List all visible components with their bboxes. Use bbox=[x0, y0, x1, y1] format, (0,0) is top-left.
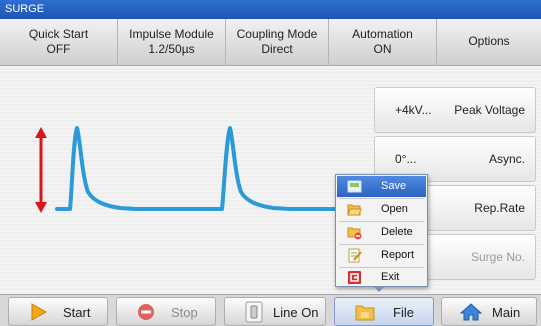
menu-item-delete-label: Delete bbox=[381, 226, 413, 238]
menu-item-exit[interactable]: Exit bbox=[337, 268, 426, 286]
report-icon bbox=[348, 248, 362, 263]
coupling-mode-value: Direct bbox=[261, 42, 293, 56]
menu-item-open[interactable]: Open bbox=[337, 199, 426, 220]
peak-voltage-button[interactable]: +4kV... Peak Voltage bbox=[374, 87, 536, 133]
folder-open-icon bbox=[347, 204, 362, 216]
impulse-module-value: 1.2/50µs bbox=[148, 42, 195, 56]
menu-pointer bbox=[373, 286, 385, 292]
quick-start-label: Quick Start bbox=[28, 27, 89, 41]
menu-item-exit-label: Exit bbox=[381, 271, 400, 283]
window-title: SURGE bbox=[0, 0, 541, 19]
menu-item-open-label: Open bbox=[381, 203, 408, 215]
options-button[interactable]: Options bbox=[437, 19, 541, 66]
home-icon bbox=[460, 303, 482, 321]
peak-voltage-value: +4kV... bbox=[395, 103, 432, 117]
surge-waveform-display bbox=[35, 126, 342, 213]
folder-icon bbox=[355, 305, 375, 321]
coupling-mode-label: Coupling Mode bbox=[236, 27, 318, 41]
quick-start-button[interactable]: Quick Start OFF bbox=[0, 19, 118, 66]
surge-no-label: Surge No. bbox=[470, 250, 525, 264]
file-button[interactable]: File bbox=[334, 297, 434, 326]
phase-mode-label: Async. bbox=[488, 152, 525, 166]
delete-icon bbox=[347, 227, 362, 240]
quick-start-value: OFF bbox=[46, 42, 71, 56]
save-icon bbox=[347, 180, 362, 193]
rep-rate-label: Rep.Rate bbox=[474, 201, 525, 215]
main-label: Main bbox=[492, 305, 521, 320]
settings-header: Quick Start OFF Impulse Module 1.2/50µs … bbox=[0, 19, 541, 66]
main-button[interactable]: Main bbox=[441, 297, 537, 326]
automation-button[interactable]: Automation ON bbox=[329, 19, 437, 66]
impulse-module-button[interactable]: Impulse Module 1.2/50µs bbox=[118, 19, 226, 66]
play-icon bbox=[31, 303, 47, 321]
impulse-module-label: Impulse Module bbox=[129, 27, 214, 41]
amplitude-arrow-icon bbox=[35, 127, 47, 213]
menu-item-report[interactable]: Report bbox=[337, 245, 426, 266]
automation-value: ON bbox=[373, 42, 392, 56]
power-switch-icon bbox=[245, 301, 263, 323]
options-label: Options bbox=[468, 34, 510, 48]
phase-value: 0°... bbox=[395, 152, 417, 166]
surge-waveform-trace bbox=[55, 126, 342, 211]
menu-item-save-label: Save bbox=[381, 180, 407, 192]
start-label: Start bbox=[63, 305, 91, 320]
exit-icon bbox=[348, 271, 361, 284]
line-on-label: Line On bbox=[273, 305, 319, 320]
automation-label: Automation bbox=[352, 27, 413, 41]
menu-item-report-label: Report bbox=[381, 249, 415, 261]
peak-voltage-label: Peak Voltage bbox=[454, 103, 525, 117]
menu-item-save[interactable]: Save bbox=[337, 176, 426, 197]
file-menu: Save Open Delete Report Exit bbox=[335, 174, 428, 287]
line-on-button[interactable]: Line On bbox=[224, 297, 326, 326]
file-label: File bbox=[393, 305, 414, 320]
stop-button[interactable]: Stop bbox=[116, 297, 216, 326]
stop-label: Stop bbox=[171, 305, 198, 320]
start-button[interactable]: Start bbox=[8, 297, 108, 326]
menu-item-delete[interactable]: Delete bbox=[337, 222, 426, 243]
stop-icon bbox=[138, 304, 154, 320]
coupling-mode-button[interactable]: Coupling Mode Direct bbox=[226, 19, 329, 66]
